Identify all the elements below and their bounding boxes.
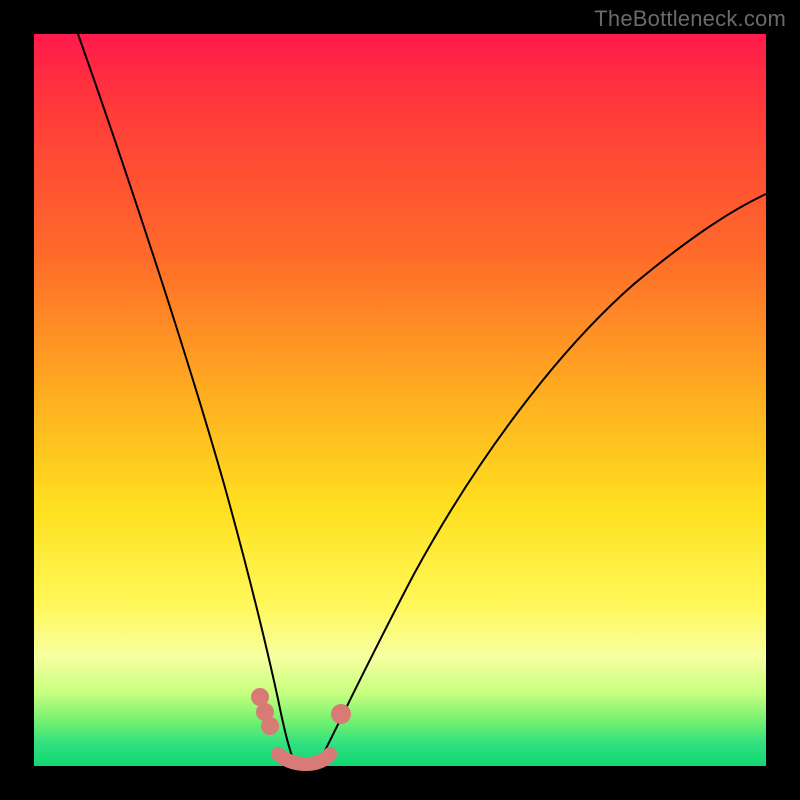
watermark-text: TheBottleneck.com [594, 6, 786, 32]
marker-dot [331, 704, 351, 724]
marker-dot [261, 717, 279, 735]
marker-trail [278, 754, 330, 764]
right-curve [318, 194, 766, 764]
left-curve [78, 34, 296, 766]
chart-frame: TheBottleneck.com [0, 0, 800, 800]
curves-svg [34, 34, 766, 766]
plot-area [34, 34, 766, 766]
